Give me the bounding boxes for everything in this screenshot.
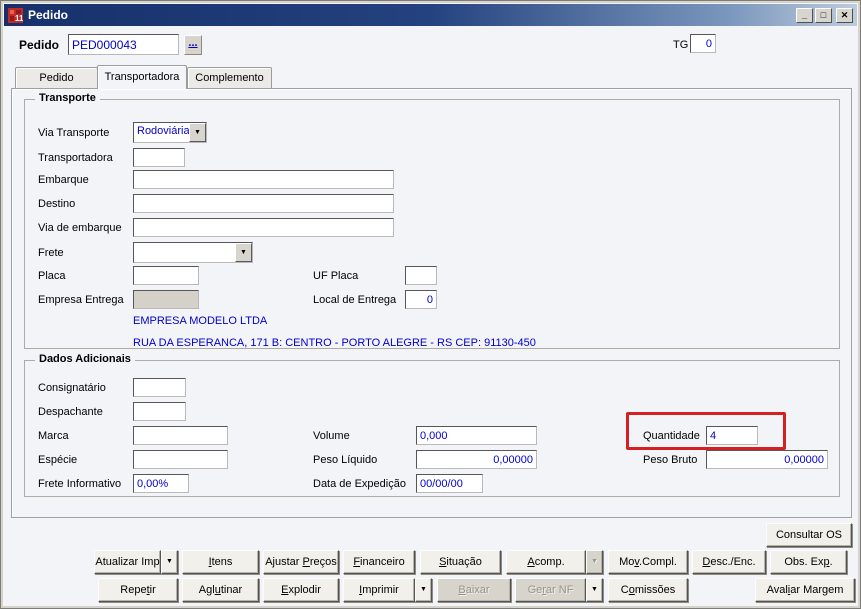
dados-adicionais-groupbox: Dados Adicionais Consignatário Despachan… bbox=[24, 353, 840, 497]
pedido-header-label: Pedido bbox=[19, 38, 60, 52]
frete-informativo-input[interactable] bbox=[133, 474, 189, 493]
data-expedicao-label: Data de Expedição bbox=[313, 478, 406, 490]
especie-input[interactable] bbox=[133, 450, 228, 469]
imprimir-button[interactable]: Imprimir bbox=[343, 578, 415, 602]
volume-input[interactable] bbox=[416, 426, 537, 445]
placa-input[interactable] bbox=[133, 266, 199, 285]
situacao-button[interactable]: Situação bbox=[420, 550, 501, 574]
chevron-down-icon[interactable]: ▼ bbox=[235, 243, 252, 262]
despachante-label: Despachante bbox=[38, 406, 103, 418]
svg-text:11: 11 bbox=[15, 14, 23, 23]
uf-placa-input[interactable] bbox=[405, 266, 437, 285]
transportadora-label: Transportadora bbox=[38, 152, 113, 164]
chevron-down-icon[interactable]: ▼ bbox=[189, 123, 206, 142]
obs-exp-button[interactable]: Obs. Exp. bbox=[770, 550, 847, 574]
tab-complemento[interactable]: Complemento bbox=[187, 67, 272, 89]
transportadora-panel: Transporte Via Transporte Rodoviária ▼ T… bbox=[11, 88, 852, 518]
avaliar-margem-button[interactable]: Avaliar Margem bbox=[755, 578, 855, 602]
app-icon: 11 bbox=[8, 7, 23, 23]
pedido-number-input[interactable] bbox=[68, 34, 179, 55]
via-transporte-combo[interactable]: Rodoviária ▼ bbox=[133, 122, 207, 143]
aglutinar-button[interactable]: Aglutinar bbox=[182, 578, 259, 602]
quantidade-label: Quantidade bbox=[643, 430, 700, 442]
financeiro-button[interactable]: Financeiro bbox=[343, 550, 415, 574]
title-bar: 11 Pedido _ □ ✕ bbox=[4, 4, 857, 26]
placa-label: Placa bbox=[38, 270, 66, 282]
via-embarque-input[interactable] bbox=[133, 218, 394, 237]
browse-button[interactable]: ... bbox=[184, 35, 202, 55]
via-embarque-label: Via de embarque bbox=[38, 222, 122, 234]
embarque-label: Embarque bbox=[38, 174, 89, 186]
via-transporte-label: Via Transporte bbox=[38, 127, 110, 139]
minimize-button[interactable]: _ bbox=[796, 7, 813, 23]
quantidade-input[interactable] bbox=[706, 426, 758, 445]
destino-input[interactable] bbox=[133, 194, 394, 213]
desc-enc-button[interactable]: Desc./Enc. bbox=[692, 550, 766, 574]
consultar-os-button[interactable]: Consultar OS bbox=[766, 523, 852, 547]
frete-value bbox=[134, 243, 235, 262]
repetir-button[interactable]: Repetir bbox=[98, 578, 178, 602]
tg-input[interactable] bbox=[690, 34, 716, 53]
empresa-entrega-input bbox=[133, 290, 199, 309]
frete-label: Frete bbox=[38, 247, 64, 259]
transporte-groupbox: Transporte Via Transporte Rodoviária ▼ T… bbox=[24, 92, 840, 349]
acomp-button[interactable]: Acomp. bbox=[506, 550, 586, 574]
data-expedicao-input[interactable] bbox=[416, 474, 483, 493]
tab-transportadora[interactable]: Transportadora bbox=[97, 65, 187, 89]
transporte-group-title: Transporte bbox=[35, 92, 100, 104]
atualizar-imp-dropdown-icon[interactable]: ▼ bbox=[161, 550, 178, 574]
consignatario-label: Consignatário bbox=[38, 382, 106, 394]
peso-liquido-label: Peso Líquido bbox=[313, 454, 378, 466]
volume-label: Volume bbox=[313, 430, 350, 442]
tg-label: TG bbox=[673, 39, 689, 51]
uf-placa-label: UF Placa bbox=[313, 270, 359, 282]
baixar-button: Baixar bbox=[437, 578, 511, 602]
transportadora-input[interactable] bbox=[133, 148, 185, 167]
especie-label: Espécie bbox=[38, 454, 78, 466]
tab-pedido[interactable]: Pedido bbox=[15, 67, 98, 89]
consignatario-input[interactable] bbox=[133, 378, 186, 397]
local-entrega-label: Local de Entrega bbox=[313, 294, 397, 306]
ajustar-precos-button[interactable]: Ajustar Preços bbox=[263, 550, 339, 574]
despachante-input[interactable] bbox=[133, 402, 186, 421]
empresa-endereco-text: RUA DA ESPERANCA, 171 B: CENTRO - PORTO … bbox=[133, 337, 536, 349]
imprimir-dropdown-icon[interactable]: ▼ bbox=[415, 578, 432, 602]
empresa-nome-text: EMPRESA MODELO LTDA bbox=[133, 315, 268, 327]
gerar-nf-dropdown-icon[interactable]: ▼ bbox=[586, 578, 603, 602]
peso-liquido-input[interactable] bbox=[416, 450, 537, 469]
comissoes-button[interactable]: Comissões bbox=[608, 578, 688, 602]
peso-bruto-input[interactable] bbox=[706, 450, 828, 469]
window-title: Pedido bbox=[28, 8, 69, 22]
gerar-nf-button: Gerar NF bbox=[515, 578, 586, 602]
close-button[interactable]: ✕ bbox=[836, 7, 853, 23]
via-transporte-value: Rodoviária bbox=[137, 125, 189, 137]
acomp-dropdown-icon: ▼ bbox=[586, 550, 603, 574]
peso-bruto-label: Peso Bruto bbox=[643, 454, 698, 466]
maximize-button[interactable]: □ bbox=[815, 7, 832, 23]
empresa-entrega-label: Empresa Entrega bbox=[38, 294, 124, 306]
frete-informativo-label: Frete Informativo bbox=[38, 478, 122, 490]
marca-label: Marca bbox=[38, 430, 69, 442]
itens-button[interactable]: Itens bbox=[182, 550, 259, 574]
marca-input[interactable] bbox=[133, 426, 228, 445]
embarque-input[interactable] bbox=[133, 170, 394, 189]
dados-adicionais-group-title: Dados Adicionais bbox=[35, 353, 135, 365]
destino-label: Destino bbox=[38, 198, 76, 210]
mov-compl-button[interactable]: Mov.Compl. bbox=[608, 550, 688, 574]
explodir-button[interactable]: Explodir bbox=[263, 578, 339, 602]
atualizar-imp-button[interactable]: Atualizar Imp bbox=[94, 550, 161, 574]
local-entrega-input[interactable] bbox=[405, 290, 437, 309]
frete-combo[interactable]: ▼ bbox=[133, 242, 253, 263]
pedido-window: 11 Pedido _ □ ✕ Pedido ... TG Pedido Tra… bbox=[0, 0, 861, 609]
